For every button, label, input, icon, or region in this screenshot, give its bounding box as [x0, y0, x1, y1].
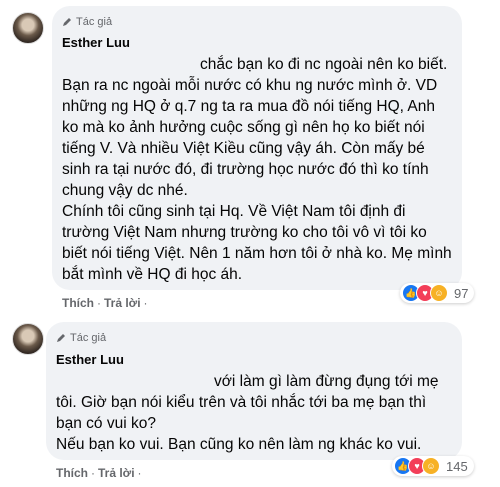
comment-bubble: Tác giả Esther Luu chắc bạn ko đi nc ngo…: [52, 6, 462, 290]
reply-button[interactable]: Trả lời: [98, 466, 135, 480]
pencil-icon: [63, 18, 71, 26]
comment-text: chắc bạn ko đi nc ngoài nên ko biết. Bạn…: [62, 54, 454, 285]
author-name[interactable]: Esther Luu: [62, 35, 130, 50]
author-badge: Tác giả: [56, 332, 106, 344]
author-name[interactable]: Esther Luu: [56, 352, 124, 367]
reaction-count: 145: [446, 458, 468, 474]
haha-icon: ☺: [430, 284, 448, 302]
author-badge: Tác giả: [62, 16, 112, 28]
reaction-count: 97: [454, 285, 469, 301]
comment-paragraph: Chính tôi cũng sinh tại Hq. Về Việt Nam …: [62, 203, 452, 283]
pencil-icon: [57, 334, 65, 342]
avatar[interactable]: [12, 12, 44, 44]
comment-paragraph: chắc bạn ko đi nc ngoài nên ko biết. Bạn…: [62, 56, 448, 199]
comment-actions: Thích · Trả lời ·: [62, 296, 148, 310]
comment-text: với làm gì làm đừng đụng tới mẹ tôi. Giờ…: [56, 371, 456, 455]
reaction-summary[interactable]: 👍 ♥ ☺ 97: [400, 283, 475, 303]
reply-button[interactable]: Trả lời: [104, 296, 141, 310]
comment-paragraph: với làm gì làm đừng đụng tới mẹ tôi. Giờ…: [56, 373, 439, 432]
comment-actions: Thích · Trả lời ·: [56, 466, 142, 480]
like-button[interactable]: Thích: [56, 466, 88, 480]
like-button[interactable]: Thích: [62, 296, 94, 310]
haha-icon: ☺: [422, 457, 440, 475]
comment-paragraph: Nếu bạn ko vui. Bạn cũng ko nên làm ng k…: [56, 436, 422, 453]
reaction-summary[interactable]: 👍 ♥ ☺ 145: [392, 456, 474, 476]
avatar[interactable]: [12, 323, 44, 355]
comment-bubble: Tác giả Esther Luu với làm gì làm đừng đ…: [46, 322, 462, 460]
